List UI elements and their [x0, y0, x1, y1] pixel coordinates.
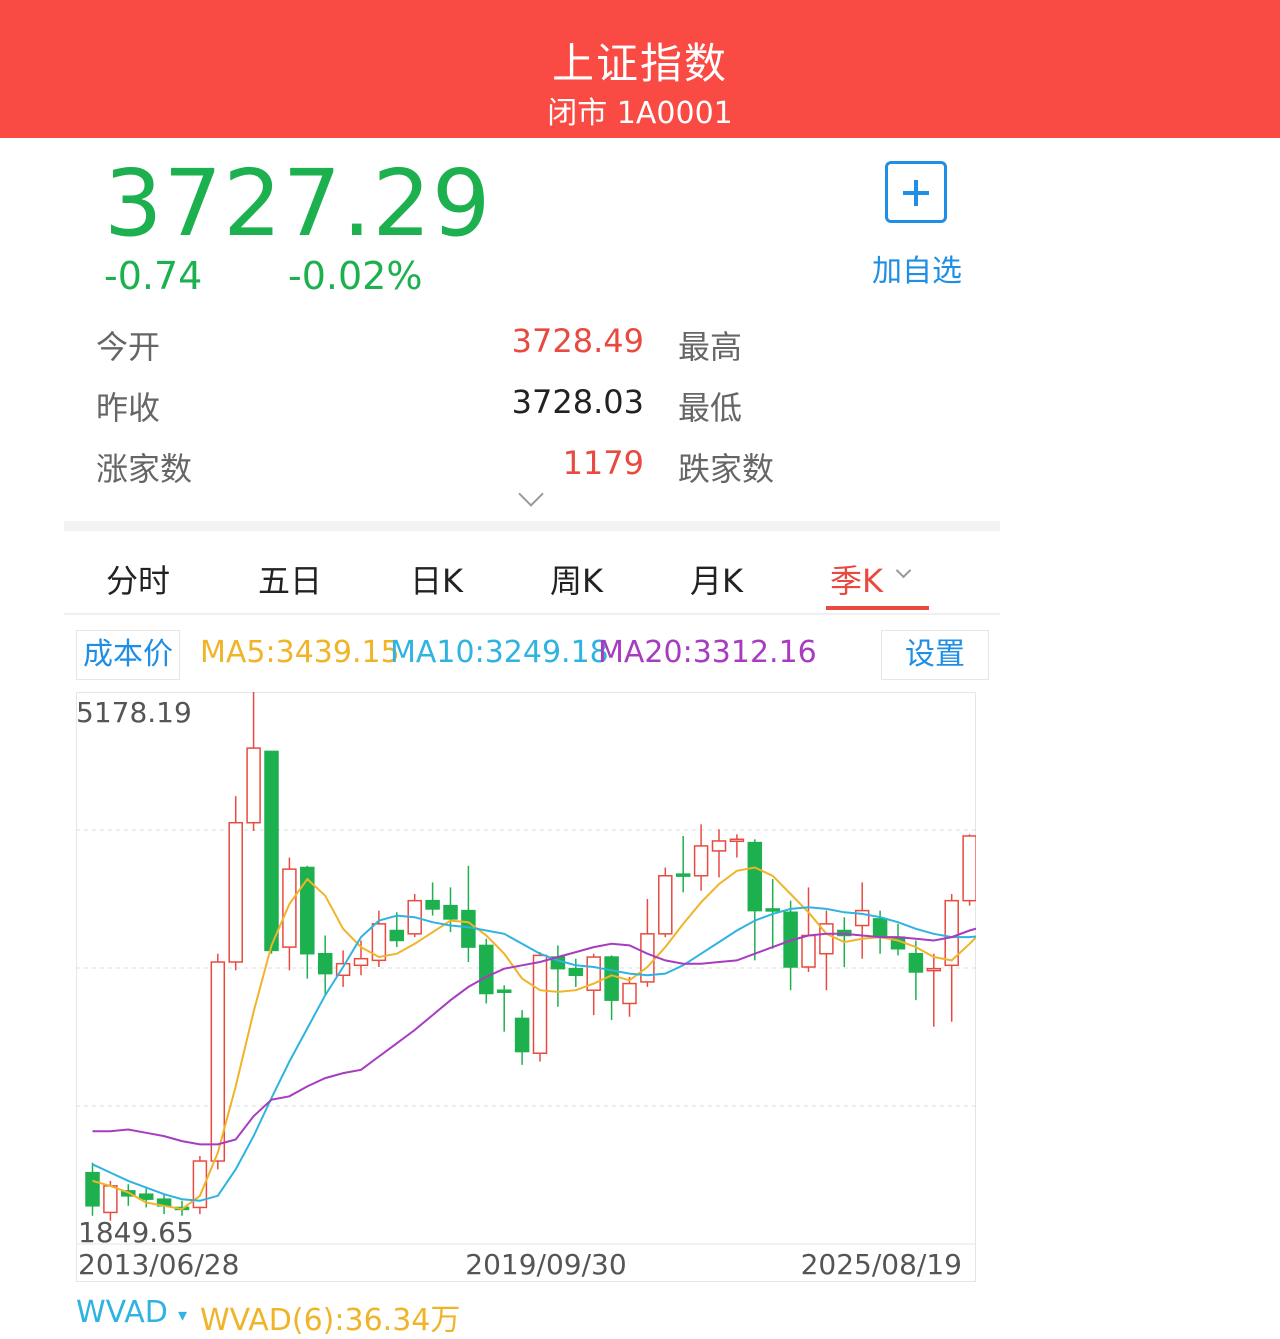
- low-label: 最低: [678, 389, 743, 427]
- candle-up: [622, 982, 637, 1005]
- open-value: 3728.49: [511, 322, 644, 360]
- x-tick-label: 2013/06/28: [78, 1248, 239, 1281]
- add-watchlist-label[interactable]: 加自选: [872, 246, 962, 290]
- candle-up: [693, 845, 709, 877]
- candle-up: [729, 838, 745, 843]
- ma20-readout: MA20:3312.16: [598, 635, 817, 670]
- price-change: -0.74: [104, 254, 203, 298]
- advancers-value: 1179: [562, 444, 644, 482]
- ma10-readout: MA10:3249.18: [390, 635, 609, 670]
- candle-down: [317, 952, 333, 975]
- candle-down: [425, 899, 440, 910]
- candle-down: [568, 967, 584, 977]
- tab-quarterly-k[interactable]: 季K: [830, 556, 883, 602]
- wvad-value: WVAD(6):36.34万: [200, 1303, 461, 1338]
- candle-up: [532, 954, 548, 1054]
- candle-down: [479, 944, 494, 995]
- candle-up: [210, 961, 226, 1162]
- candle-up: [658, 875, 673, 935]
- prev-close-label: 昨收: [96, 389, 161, 427]
- advancers-label: 涨家数: [96, 450, 193, 488]
- x-tick-label: 2025/08/19: [801, 1248, 962, 1281]
- chevron-down-icon[interactable]: [895, 562, 912, 579]
- tab-monthly-k[interactable]: 月K: [690, 556, 743, 602]
- candle-down: [747, 841, 763, 912]
- candle-down: [496, 989, 512, 993]
- tab-intraday[interactable]: 分时: [106, 556, 170, 602]
- x-tick-label: 2019/09/30: [465, 1248, 626, 1281]
- price-change-percent: -0.02%: [288, 254, 423, 298]
- wvad-indicator-label[interactable]: WVAD: [76, 1295, 168, 1330]
- prev-close-value: 3728.03: [511, 383, 644, 421]
- candle-up: [103, 1185, 118, 1214]
- tab-divider: [64, 613, 1000, 615]
- candle-down: [389, 929, 405, 942]
- y-min-label: 1849.65: [78, 1216, 194, 1249]
- ma5-readout: MA5:3439.15: [200, 635, 400, 670]
- candle-up: [926, 967, 942, 972]
- candle-up: [282, 868, 297, 948]
- page-title: 上证指数: [551, 39, 728, 88]
- candle-up: [711, 840, 727, 852]
- candle-down: [908, 952, 924, 973]
- candle-down: [264, 750, 279, 952]
- candle-up: [962, 835, 976, 902]
- candle-down: [604, 956, 619, 1001]
- candle-up: [353, 957, 369, 967]
- candle-down: [675, 873, 691, 877]
- settings-button[interactable]: 设置: [881, 630, 989, 680]
- add-watchlist-button[interactable]: [885, 161, 947, 223]
- header-bar: 上证指数 闭市 1A0001: [0, 0, 1280, 138]
- section-divider: [64, 521, 1000, 531]
- candle-down: [872, 918, 888, 938]
- wvad-dropdown-icon[interactable]: ▾: [178, 1305, 187, 1326]
- candle-up: [246, 747, 261, 824]
- tab-weekly-k[interactable]: 周K: [550, 556, 603, 602]
- candle-down: [514, 1017, 530, 1053]
- last-price: 3727.29: [104, 150, 492, 257]
- chevron-down-icon[interactable]: [518, 481, 544, 507]
- candle-up: [228, 821, 243, 963]
- candle-up: [801, 934, 816, 968]
- y-max-label: 5178.19: [76, 696, 192, 729]
- candle-down: [85, 1171, 100, 1207]
- active-tab-indicator: [826, 606, 929, 610]
- cost-price-button[interactable]: 成本价: [76, 630, 180, 680]
- kline-chart[interactable]: 5178.19 1849.65 2013/06/28 2019/09/30 2025/0…: [76, 692, 976, 1282]
- candle-down: [138, 1193, 154, 1200]
- kline-chart-svg: 5178.19 1849.652013/06/28 2019/09/30 2025/0…: [76, 692, 976, 1282]
- candle-down: [765, 908, 780, 912]
- candle-down: [443, 904, 458, 920]
- high-label: 最高: [678, 328, 743, 366]
- decliners-label: 跌家数: [678, 450, 775, 488]
- market-status: 闭市 1A0001: [547, 96, 733, 131]
- tab-five-day[interactable]: 五日: [258, 556, 322, 602]
- open-label: 今开: [96, 328, 161, 366]
- tab-daily-k[interactable]: 日K: [410, 556, 463, 602]
